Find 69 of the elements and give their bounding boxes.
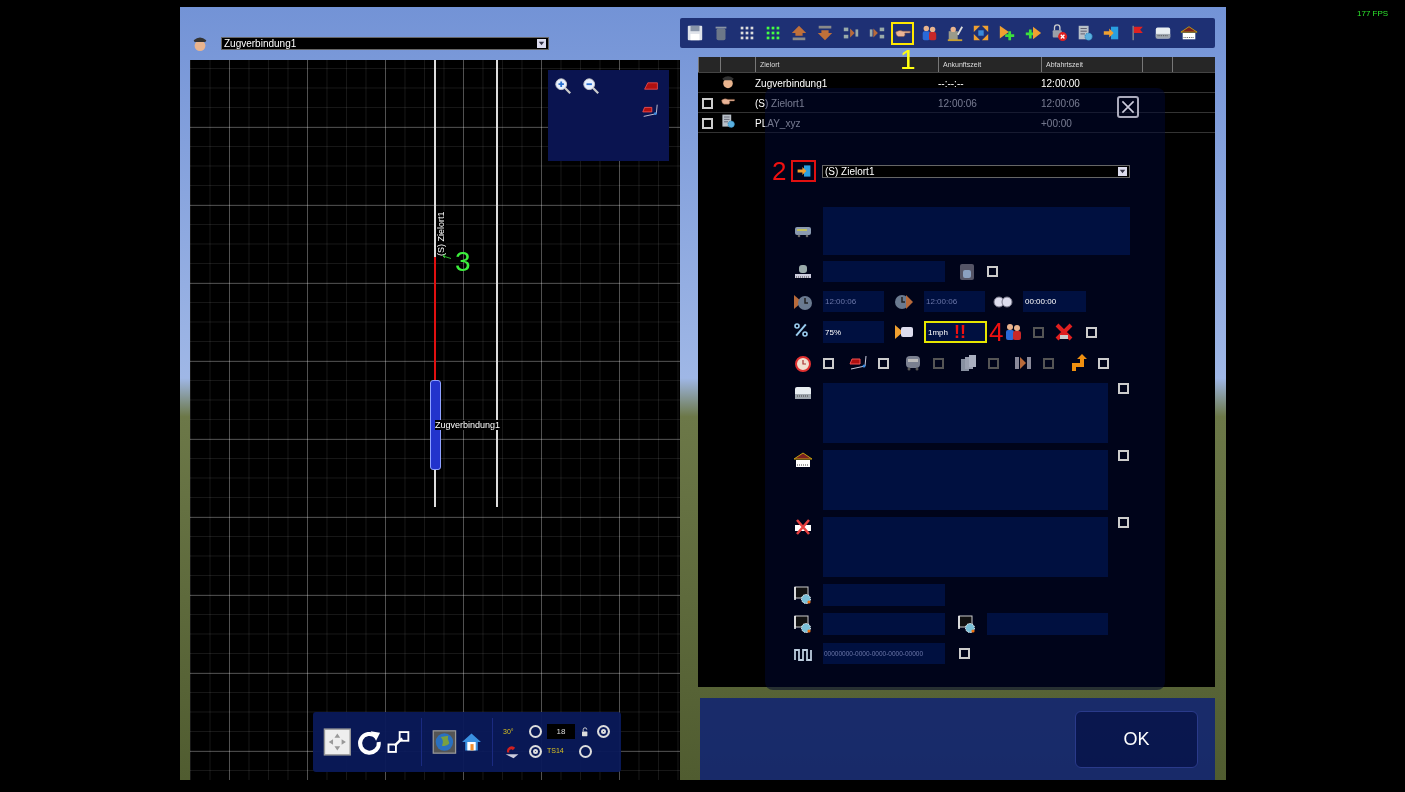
expand-icon (971, 24, 990, 42)
table-cell: 12:00:06 (938, 97, 977, 109)
document-gear-icon (720, 113, 736, 129)
input-field[interactable] (823, 261, 945, 282)
callout-number: 2 (772, 158, 788, 184)
table-cell: --:--:-- (938, 77, 964, 89)
fps-counter: 177 FPS (1357, 9, 1389, 18)
input-field[interactable] (823, 383, 1108, 443)
percent-sign-icon (793, 322, 809, 338)
input-field[interactable]: 75% (823, 321, 884, 343)
table-cell: Zugverbindung1 (755, 77, 828, 89)
down-arrow-icon (815, 24, 834, 42)
callout-number: 3 (455, 247, 471, 276)
table-cell: PLAY_xyz (755, 117, 801, 129)
delete-icon (1054, 322, 1075, 342)
people-icon (1003, 322, 1024, 342)
station-icon (1179, 24, 1198, 42)
close-button[interactable] (1117, 96, 1139, 118)
radio-button[interactable] (579, 744, 592, 758)
input-field[interactable]: 00:00:00 (1023, 291, 1086, 312)
screen-gear-icon (793, 614, 813, 634)
magnet-icon[interactable] (503, 743, 521, 760)
plus-arrow-icon (1023, 24, 1042, 42)
pointing-hand-button[interactable] (891, 21, 914, 45)
table-cell: (S) Zielort1 (755, 97, 805, 109)
warning-marks: !! (954, 323, 966, 341)
ok-button[interactable]: OK (1075, 710, 1198, 768)
input-field[interactable] (823, 584, 945, 606)
zoom-in-icon[interactable] (554, 76, 572, 95)
locomotive-icon (903, 353, 923, 373)
speed-sign-icon (894, 322, 914, 342)
radio-button[interactable] (529, 725, 542, 739)
close-icon (1120, 99, 1136, 115)
table-cell: +00:00 (1041, 117, 1072, 129)
input-field[interactable]: 1mph !! (924, 321, 987, 343)
screen-gear-icon (793, 585, 813, 605)
train-dropdown[interactable]: Zugverbindung1 (221, 36, 549, 50)
resize-icon[interactable] (386, 728, 412, 755)
driver-avatar-icon (720, 73, 736, 89)
radio-button[interactable] (529, 744, 542, 758)
input-field[interactable] (823, 450, 1108, 510)
save-icon (685, 24, 704, 42)
input-field[interactable] (987, 613, 1108, 635)
input-field[interactable] (823, 613, 945, 635)
up-arrow-icon (789, 24, 808, 42)
zoom-out-icon[interactable] (582, 76, 600, 95)
train-label: Zugverbindung1 (435, 419, 501, 430)
stop-label: (S) Zielort1 (436, 211, 446, 256)
screen-gear-icon (957, 614, 977, 634)
callout-number: 4 (989, 319, 1004, 345)
input-field[interactable] (823, 517, 1108, 577)
table-cell: 12:00:00 (1041, 77, 1080, 89)
globe-icon[interactable] (432, 728, 457, 755)
station-icon (793, 450, 813, 470)
alarm-clock-icon (793, 353, 813, 373)
grid-size-field[interactable]: 18 (547, 724, 575, 740)
input-field[interactable] (823, 207, 1130, 255)
enter-icon (1101, 24, 1120, 42)
no-platform-icon (793, 517, 813, 537)
radio-button[interactable] (597, 725, 610, 739)
input-field[interactable]: 12:00:06 (924, 291, 985, 312)
fit-view-icon[interactable] (323, 726, 352, 757)
input-field[interactable]: 12:00:06 (823, 291, 884, 312)
worker-icon (945, 24, 964, 42)
enter-button[interactable] (791, 160, 816, 182)
table-cell: 12:00:06 (1041, 97, 1080, 109)
pages-icon (958, 353, 978, 373)
arrow-plus-icon (997, 24, 1016, 42)
track-link-icon (848, 353, 868, 373)
